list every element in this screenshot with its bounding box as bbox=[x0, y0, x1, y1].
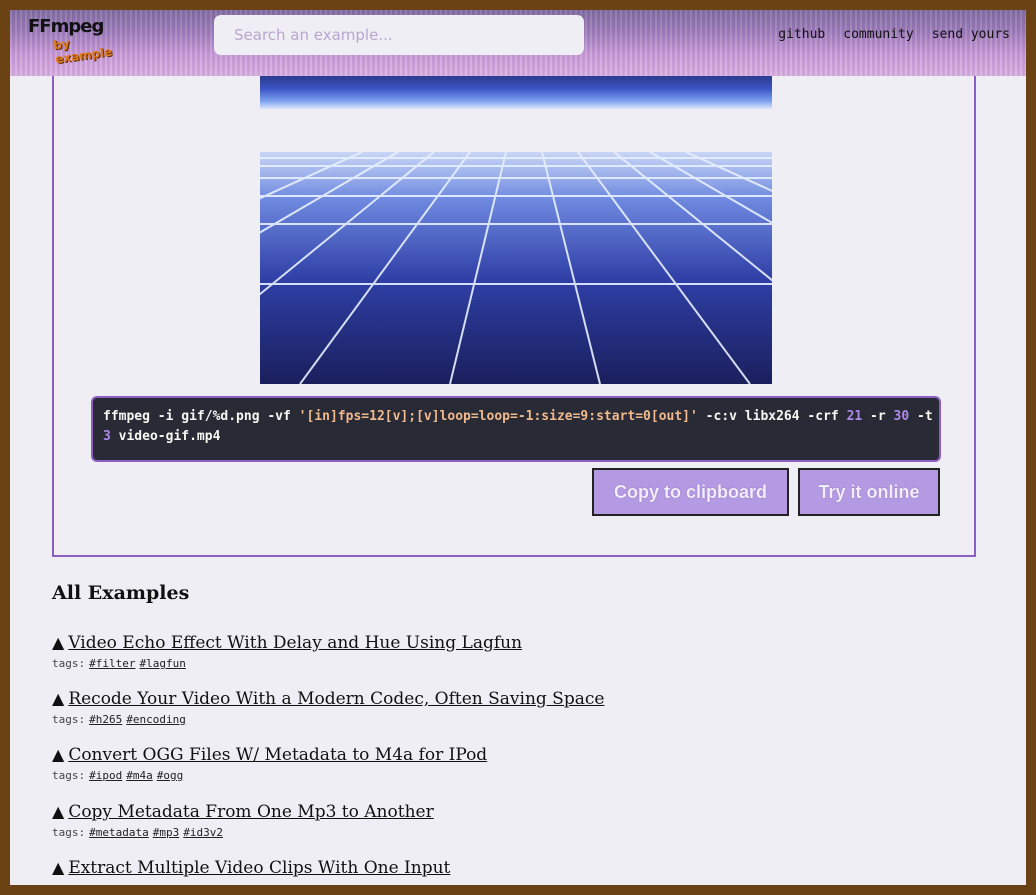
preview-grid-floor bbox=[260, 152, 772, 384]
command-text: ffmpeg -i gif/%d.png -vf '[in]fps=12[v];… bbox=[103, 407, 933, 447]
example-title-link[interactable]: Recode Your Video With a Modern Codec, O… bbox=[68, 689, 604, 709]
triangle-icon: ▲ bbox=[52, 633, 65, 652]
triangle-icon: ▲ bbox=[52, 802, 65, 821]
example-title-link[interactable]: Convert OGG Files W/ Metadata to M4a for… bbox=[68, 745, 487, 765]
example-title-link[interactable]: Video Echo Effect With Delay and Hue Usi… bbox=[68, 633, 522, 653]
nav-send-yours[interactable]: send yours bbox=[932, 27, 1010, 42]
tags-label: tags: bbox=[52, 769, 86, 782]
grid-lines-graphic bbox=[260, 152, 772, 384]
tag-link[interactable]: #ogg bbox=[157, 769, 184, 782]
tag-link[interactable]: #filter bbox=[89, 657, 135, 670]
preview-sky-band bbox=[260, 76, 772, 109]
search-input[interactable] bbox=[214, 15, 584, 55]
example-list-item: ▲ Video Echo Effect With Delay and Hue Us… bbox=[52, 632, 522, 670]
page: FFmpeg by example github community send … bbox=[10, 10, 1026, 885]
example-tags: tags: #filter #lagfun bbox=[52, 657, 522, 670]
example-title-row: ▲ Convert OGG Files W/ Metadata to M4a fo… bbox=[52, 744, 487, 766]
command-code-block[interactable]: ffmpeg -i gif/%d.png -vf '[in]fps=12[v];… bbox=[91, 396, 941, 462]
tag-link[interactable]: #mp3 bbox=[153, 826, 180, 839]
example-list-item: ▲ Extract Multiple Video Clips With One I… bbox=[52, 857, 450, 879]
header: FFmpeg by example github community send … bbox=[10, 10, 1026, 76]
example-preview-image bbox=[260, 76, 772, 384]
command-token: 21 bbox=[846, 409, 863, 424]
triangle-icon: ▲ bbox=[52, 689, 65, 708]
all-examples-heading: All Examples bbox=[52, 582, 190, 604]
top-nav: github community send yours bbox=[778, 27, 1010, 42]
example-title-row: ▲ Recode Your Video With a Modern Codec, … bbox=[52, 688, 604, 710]
example-tags: tags: #metadata #mp3 #id3v2 bbox=[52, 826, 434, 839]
command-token: '[in]fps=12[v];[v]loop=loop=-1:size=9:st… bbox=[298, 409, 698, 424]
command-token: -r bbox=[862, 409, 894, 424]
command-token: -t bbox=[917, 409, 933, 424]
example-tags: tags: #ipod #m4a #ogg bbox=[52, 769, 487, 782]
logo[interactable]: FFmpeg by example bbox=[28, 16, 118, 66]
example-tags: tags: #h265 #encoding bbox=[52, 713, 604, 726]
nav-community[interactable]: community bbox=[843, 27, 913, 42]
command-token: 3 bbox=[103, 429, 111, 444]
tag-link[interactable]: #m4a bbox=[126, 769, 153, 782]
tag-link[interactable]: #metadata bbox=[89, 826, 149, 839]
tag-link[interactable]: #lagfun bbox=[139, 657, 185, 670]
tag-link[interactable]: #encoding bbox=[126, 713, 186, 726]
command-token: ffmpeg -i gif/%d.png -vf bbox=[103, 409, 299, 424]
example-title-row: ▲ Extract Multiple Video Clips With One I… bbox=[52, 857, 450, 879]
example-title-link[interactable]: Copy Metadata From One Mp3 to Another bbox=[68, 802, 433, 822]
triangle-icon: ▲ bbox=[52, 745, 65, 764]
copy-to-clipboard-button[interactable]: Copy to clipboard bbox=[592, 468, 789, 516]
example-list-item: ▲ Recode Your Video With a Modern Codec, … bbox=[52, 688, 604, 726]
tag-link[interactable]: #h265 bbox=[89, 713, 122, 726]
example-title-row: ▲ Copy Metadata From One Mp3 to Another bbox=[52, 801, 434, 823]
tag-link[interactable]: #ipod bbox=[89, 769, 122, 782]
example-title-link[interactable]: Extract Multiple Video Clips With One In… bbox=[68, 858, 450, 878]
try-it-online-button[interactable]: Try it online bbox=[798, 468, 940, 516]
example-title-row: ▲ Video Echo Effect With Delay and Hue Us… bbox=[52, 632, 522, 654]
example-list-item: ▲ Copy Metadata From One Mp3 to Another ta… bbox=[52, 801, 434, 839]
example-list-item: ▲ Convert OGG Files W/ Metadata to M4a fo… bbox=[52, 744, 487, 782]
triangle-icon: ▲ bbox=[52, 858, 65, 877]
command-token: 30 bbox=[893, 409, 910, 424]
tags-label: tags: bbox=[52, 826, 86, 839]
nav-github[interactable]: github bbox=[778, 27, 825, 42]
command-token: -c:v libx264 -crf bbox=[697, 409, 847, 424]
tags-label: tags: bbox=[52, 713, 86, 726]
example-card: ffmpeg -i gif/%d.png -vf '[in]fps=12[v];… bbox=[52, 50, 976, 557]
tags-label: tags: bbox=[52, 657, 86, 670]
command-token: video-gif.mp4 bbox=[110, 429, 221, 444]
tag-link[interactable]: #id3v2 bbox=[183, 826, 223, 839]
